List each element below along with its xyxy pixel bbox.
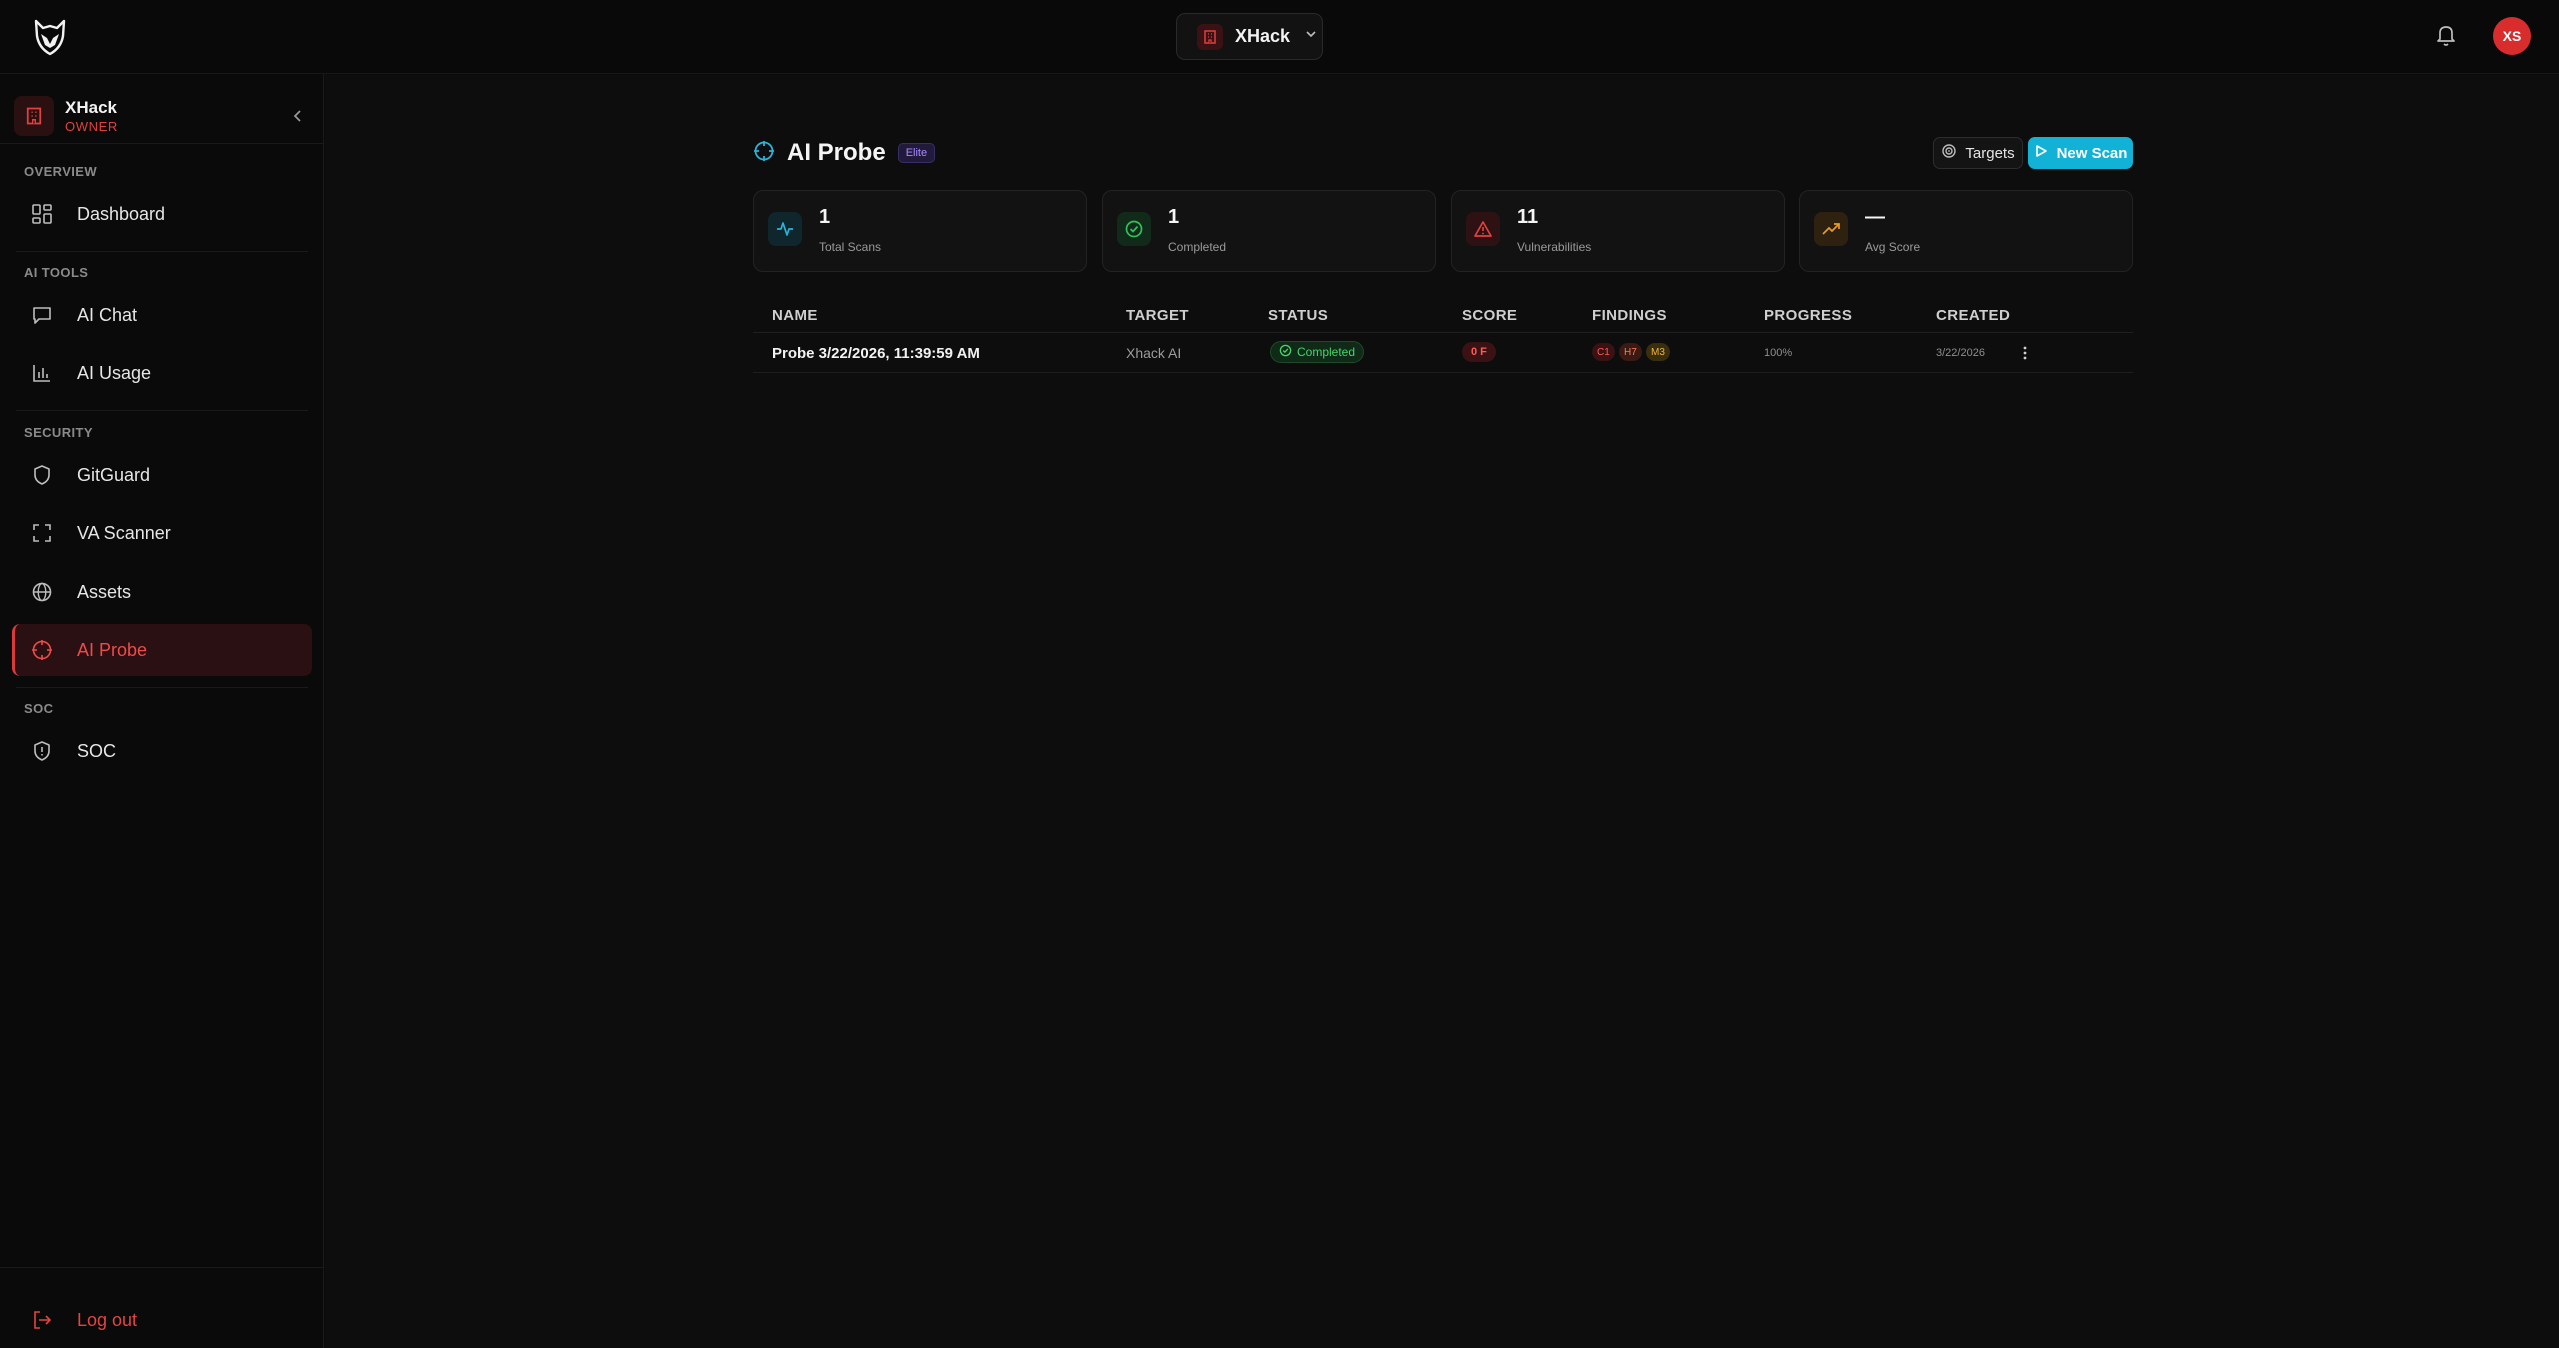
finding-medium-badge: M3	[1646, 343, 1670, 361]
chat-bubble-icon	[30, 303, 54, 327]
logout-icon	[30, 1308, 54, 1332]
stat-card-completed: 1 Completed	[1102, 190, 1436, 272]
stat-card-vulnerabilities: 11 Vulnerabilities	[1451, 190, 1785, 272]
chevron-down-icon	[1304, 27, 1318, 46]
column-header-progress[interactable]: PROGRESS	[1764, 307, 1852, 324]
column-header-target[interactable]: TARGET	[1126, 307, 1189, 324]
main-content: AI Probe Elite Targets New Scan 1 Total …	[325, 75, 2559, 1348]
stat-caption: Avg Score	[1865, 240, 1921, 254]
sidebar-item-label: Assets	[77, 581, 132, 602]
sidebar-item-label: AI Usage	[77, 362, 152, 383]
trending-up-icon	[1814, 212, 1848, 246]
stat-value: 1	[1168, 206, 1180, 228]
column-header-name[interactable]: NAME	[772, 307, 818, 324]
stat-card-total-scans: 1 Total Scans	[753, 190, 1087, 272]
workspace-role: OWNER	[65, 119, 118, 134]
table-header: NAME TARGET STATUS SCORE FINDINGS PROGRE…	[753, 303, 2133, 333]
stat-card-avg-score: — Avg Score	[1799, 190, 2133, 272]
page-title: AI Probe	[787, 139, 886, 166]
stat-value: —	[1865, 206, 1885, 228]
crosshair-icon	[753, 140, 775, 167]
bell-icon[interactable]	[2434, 22, 2458, 48]
wolf-logo-icon[interactable]	[30, 17, 70, 57]
workspace-header: XHack OWNER	[14, 88, 310, 144]
org-switcher-label: XHack	[1235, 26, 1291, 46]
activity-icon	[768, 212, 802, 246]
sidebar-item-assets[interactable]: Assets	[12, 566, 312, 618]
crosshair-icon	[30, 638, 54, 662]
score-badge: 0 F	[1462, 342, 1496, 362]
new-scan-button[interactable]: New Scan	[2028, 137, 2133, 169]
sidebar-item-ai-probe[interactable]: AI Probe	[12, 624, 312, 676]
globe-icon	[30, 580, 54, 604]
sidebar-item-va-scanner[interactable]: VA Scanner	[12, 507, 312, 559]
building-icon	[1197, 23, 1223, 50]
grid-icon	[30, 202, 54, 226]
divider	[16, 251, 308, 252]
top-bar: XHack XS	[0, 0, 2559, 74]
sidebar-item-label: AI Chat	[77, 304, 138, 325]
stat-caption: Vulnerabilities	[1517, 240, 1592, 254]
stat-caption: Completed	[1168, 240, 1227, 254]
sidebar-item-label: VA Scanner	[77, 522, 171, 543]
section-label-overview: OVERVIEW	[24, 164, 98, 179]
section-label-soc: SOC	[24, 701, 54, 716]
table-row[interactable]: Probe 3/22/2026, 11:39:59 AM Xhack AI Co…	[753, 333, 2133, 373]
sidebar-item-label: SOC	[77, 740, 117, 761]
org-switcher[interactable]: XHack	[1176, 13, 1323, 60]
scan-name[interactable]: Probe 3/22/2026, 11:39:59 AM	[772, 345, 980, 362]
scan-target: Xhack AI	[1126, 345, 1182, 361]
building-icon	[14, 96, 54, 136]
column-header-findings[interactable]: FINDINGS	[1592, 307, 1667, 324]
play-icon	[2034, 144, 2048, 162]
target-icon	[1941, 143, 1957, 163]
targets-button[interactable]: Targets	[1933, 137, 2023, 169]
section-label-ai-tools: AI TOOLS	[24, 265, 89, 280]
check-circle-icon	[1279, 344, 1292, 360]
finding-critical-badge: C1	[1592, 343, 1615, 361]
divider	[16, 410, 308, 411]
page-header: AI Probe Elite	[753, 137, 936, 169]
scan-created-date: 3/22/2026	[1936, 347, 1985, 359]
sidebar-item-label: AI Probe	[77, 639, 148, 660]
sidebar-item-label: Dashboard	[77, 203, 166, 224]
new-scan-button-label: New Scan	[2056, 144, 2128, 162]
avatar[interactable]: XS	[2493, 17, 2531, 55]
sidebar-item-soc[interactable]: SOC	[12, 725, 312, 777]
targets-button-label: Targets	[1965, 144, 2015, 162]
status-label: Completed	[1297, 345, 1356, 359]
bar-chart-icon	[30, 361, 54, 385]
shield-icon	[30, 463, 54, 487]
scan-frame-icon	[30, 521, 54, 545]
sidebar-item-gitguard[interactable]: GitGuard	[12, 449, 312, 501]
column-header-status[interactable]: STATUS	[1268, 307, 1328, 324]
chevron-left-icon[interactable]	[288, 106, 308, 126]
stat-caption: Total Scans	[819, 240, 882, 254]
section-label-security: SECURITY	[24, 425, 93, 440]
shield-alert-icon	[30, 739, 54, 763]
check-circle-icon	[1117, 212, 1151, 246]
sidebar-item-label: GitGuard	[77, 464, 151, 485]
status-badge: Completed	[1270, 341, 1365, 363]
workspace-name: XHack	[65, 98, 117, 117]
divider	[16, 687, 308, 688]
sidebar-item-ai-chat[interactable]: AI Chat	[12, 289, 312, 341]
logout-label: Log out	[77, 1309, 138, 1330]
logout-button[interactable]: Log out	[12, 1295, 312, 1345]
stat-value: 1	[819, 206, 831, 228]
sidebar-item-dashboard[interactable]: Dashboard	[12, 188, 312, 240]
warning-triangle-icon	[1466, 212, 1500, 246]
column-header-created[interactable]: CREATED	[1936, 307, 2010, 324]
stat-value: 11	[1517, 206, 1539, 228]
sidebar: XHack OWNER OVERVIEW Dashboard AI TOOLS …	[0, 74, 324, 1348]
more-vertical-icon[interactable]	[2015, 343, 2035, 363]
scan-progress: 100%	[1764, 347, 1793, 359]
divider	[0, 143, 324, 144]
divider	[0, 1267, 324, 1268]
finding-high-badge: H7	[1619, 343, 1642, 361]
column-header-score[interactable]: SCORE	[1462, 307, 1517, 324]
tier-badge: Elite	[897, 143, 936, 163]
sidebar-item-ai-usage[interactable]: AI Usage	[12, 347, 312, 399]
